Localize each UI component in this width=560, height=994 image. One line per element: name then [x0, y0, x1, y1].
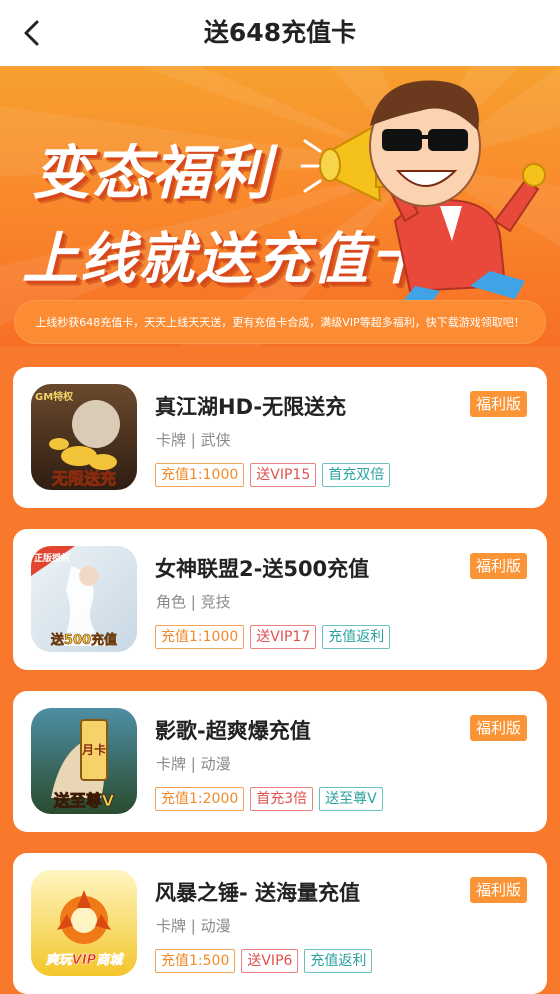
game-icon[interactable]: 爽玩VIP商城 [31, 870, 137, 976]
tag-vip: 送VIP6 [241, 949, 299, 973]
top-nav-bar: 送648充值卡 [0, 0, 560, 66]
icon-corner-label: 正版授权 [34, 552, 71, 564]
game-tags: 充值1:1000 送VIP17 充值返利 [155, 625, 391, 649]
icon-caption: 送500充值 [50, 632, 117, 648]
game-card[interactable]: 月卡 送至尊V 影歌-超爽爆充值 卡牌 | 动漫 充值1:2000 首充3倍 送… [13, 691, 547, 832]
game-tags: 充值1:1000 送VIP15 首充双倍 [155, 463, 391, 487]
game-category: 卡牌 | 动漫 [156, 917, 231, 935]
welfare-badge: 福利版 [469, 553, 527, 579]
tag-vip: 送VIP17 [250, 625, 317, 649]
game-category: 角色 | 竞技 [156, 593, 231, 611]
welfare-badge: 福利版 [469, 715, 527, 741]
mascot-megaphone-illustration [300, 80, 546, 311]
tag-vip: 送VIP15 [250, 463, 317, 487]
game-title: 真江湖HD-无限送充 [155, 395, 347, 419]
game-title: 风暴之锤- 送海量充值 [155, 881, 361, 905]
game-title: 影歌-超爽爆充值 [155, 719, 311, 743]
promo-banner[interactable]: 变态福利 上线就送充值卡! 上线秒获648充值卡，天天上线天天送，更有充值卡合成… [0, 66, 560, 346]
tag-recharge-rate: 充值1:1000 [155, 463, 245, 487]
game-card[interactable]: 爽玩VIP商城 风暴之锤- 送海量充值 卡牌 | 动漫 充值1:500 送VIP… [13, 853, 547, 994]
tag-recharge-rate: 充值1:2000 [155, 787, 245, 811]
icon-caption: 送至尊V [53, 791, 115, 810]
game-icon[interactable]: 月卡 送至尊V [31, 708, 137, 814]
page-title: 送648充值卡 [203, 18, 357, 47]
icon-caption: 无限送充 [51, 469, 116, 488]
welfare-badge: 福利版 [469, 391, 527, 417]
icon-caption: 爽玩VIP商城 [46, 952, 124, 968]
tag-vip: 送至尊V [319, 787, 383, 811]
tag-recharge-rate: 充值1:1000 [155, 625, 245, 649]
game-card[interactable]: 正版授权 送500充值 女神联盟2-送500充值 角色 | 竞技 充值1:100… [13, 529, 547, 670]
game-card[interactable]: GM特权 无限送充 真江湖HD-无限送充 卡牌 | 武侠 充值1:1000 送V… [13, 367, 547, 508]
icon-corner-label: 月卡 [81, 742, 106, 757]
game-icon[interactable]: 正版授权 送500充值 [31, 546, 137, 652]
tag-bonus: 充值返利 [304, 949, 373, 973]
tag-bonus: 充值返利 [322, 625, 391, 649]
banner-headline-1: 变态福利 [32, 139, 273, 207]
tag-recharge-rate: 充值1:500 [155, 949, 236, 973]
icon-corner-label: GM特权 [35, 390, 74, 403]
game-title: 女神联盟2-送500充值 [155, 557, 370, 581]
banner-notice-text: 上线秒获648充值卡，天天上线天天送，更有充值卡合成，满级VIP等超多福利，快下… [14, 300, 546, 344]
tag-bonus: 首充双倍 [322, 463, 391, 487]
welfare-badge: 福利版 [469, 877, 527, 903]
game-category: 卡牌 | 武侠 [156, 431, 231, 449]
game-category: 卡牌 | 动漫 [156, 755, 231, 773]
game-tags: 充值1:500 送VIP6 充值返利 [155, 949, 373, 973]
tag-bonus: 首充3倍 [250, 787, 314, 811]
game-icon[interactable]: GM特权 无限送充 [31, 384, 137, 490]
game-tags: 充值1:2000 首充3倍 送至尊V [155, 787, 383, 811]
